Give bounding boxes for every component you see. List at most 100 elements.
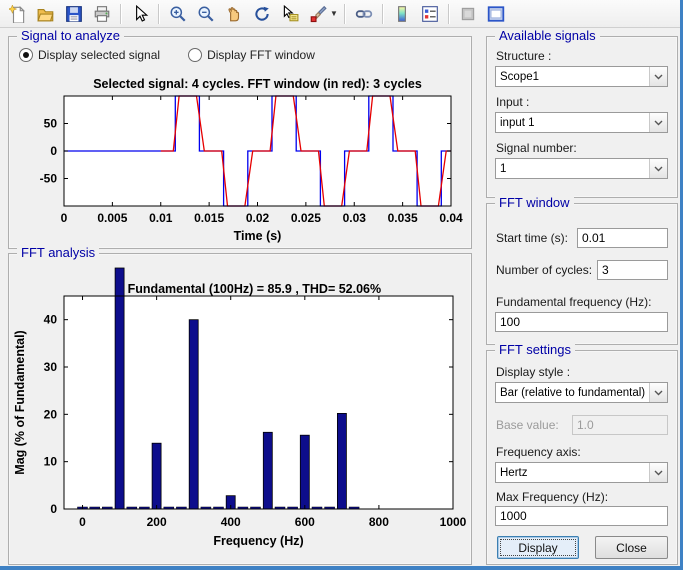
- svg-text:40: 40: [44, 313, 58, 327]
- structure-select[interactable]: Scope1: [495, 66, 668, 87]
- max-frequency-label: Max Frequency (Hz):: [496, 490, 608, 504]
- brush-dropdown-icon[interactable]: ▼: [330, 9, 338, 18]
- powergui-fft-tool-window: ▼: [0, 0, 683, 570]
- insert-legend-icon: [421, 5, 439, 23]
- hide-plot-tools-icon: [459, 5, 477, 23]
- signal-number-select[interactable]: 1: [495, 158, 668, 179]
- zoom-out-button[interactable]: [193, 1, 219, 27]
- window-frame-bottom: [0, 566, 683, 570]
- rotate-3d-icon: [253, 5, 271, 23]
- svg-text:800: 800: [369, 515, 389, 529]
- rotate-3d-button[interactable]: [249, 1, 275, 27]
- hide-plot-tools-button[interactable]: [455, 1, 481, 27]
- svg-text:0.015: 0.015: [194, 211, 224, 225]
- insert-colorbar-icon: [393, 5, 411, 23]
- display-style-select-value: Bar (relative to fundamental): [496, 387, 649, 399]
- svg-text:0: 0: [50, 502, 57, 516]
- data-cursor-icon: [281, 5, 299, 23]
- structure-label: Structure :: [496, 49, 551, 63]
- svg-text:0.02: 0.02: [246, 211, 270, 225]
- edit-plot-button[interactable]: [127, 1, 153, 27]
- fft-settings-title: FFT settings: [495, 342, 575, 357]
- insert-legend-button[interactable]: [417, 1, 443, 27]
- start-time-label: Start time (s):: [496, 231, 568, 245]
- dock-figure-button[interactable]: [483, 1, 509, 27]
- input-label: Input :: [496, 95, 529, 109]
- fft-analysis-title: FFT analysis: [17, 245, 99, 260]
- display-style-label: Display style :: [496, 365, 570, 379]
- frequency-axis-select[interactable]: Hertz: [495, 462, 668, 483]
- available-signals-group: Available signals Structure : Scope1 Inp…: [486, 36, 678, 198]
- brush-data-button[interactable]: [305, 1, 331, 27]
- display-button[interactable]: Display: [497, 536, 579, 559]
- frequency-axis-label: Frequency axis:: [496, 445, 581, 459]
- chevron-down-icon: [649, 383, 667, 402]
- new-figure-icon: [9, 5, 27, 23]
- number-of-cycles-label: Number of cycles:: [496, 263, 592, 277]
- signal-to-analyze-title: Signal to analyze: [17, 28, 124, 43]
- svg-text:0: 0: [50, 144, 57, 158]
- link-plot-icon: [355, 5, 373, 23]
- save-figure-button[interactable]: [61, 1, 87, 27]
- input-select-value: input 1: [496, 117, 649, 129]
- radio-dot-icon: [19, 48, 33, 62]
- svg-text:10: 10: [44, 455, 58, 469]
- new-figure-button[interactable]: [5, 1, 31, 27]
- max-frequency-input[interactable]: [495, 506, 668, 526]
- number-of-cycles-input[interactable]: [597, 260, 668, 280]
- svg-text:0.01: 0.01: [149, 211, 173, 225]
- chevron-down-icon: [649, 67, 667, 86]
- svg-text:0.03: 0.03: [343, 211, 367, 225]
- radio-display-selected-signal[interactable]: Display selected signal: [19, 48, 160, 62]
- brush-icon: [309, 5, 327, 23]
- pan-hand-icon: [225, 5, 243, 23]
- save-figure-icon: [65, 5, 83, 23]
- zoom-in-icon: [169, 5, 187, 23]
- svg-text:0: 0: [79, 515, 86, 529]
- insert-colorbar-button[interactable]: [389, 1, 415, 27]
- start-time-input[interactable]: [577, 228, 668, 248]
- svg-text:0: 0: [61, 211, 68, 225]
- open-file-icon: [37, 5, 55, 23]
- svg-text:30: 30: [44, 360, 58, 374]
- toolbar-separator: [158, 4, 160, 24]
- svg-text:-50: -50: [40, 172, 58, 186]
- signal-number-label: Signal number:: [496, 141, 577, 155]
- fft-chart: 02004006008001000010203040Frequency (Hz)…: [10, 266, 470, 562]
- svg-text:0.025: 0.025: [291, 211, 321, 225]
- svg-text:50: 50: [44, 117, 58, 131]
- close-button[interactable]: Close: [595, 536, 668, 559]
- signal-number-select-value: 1: [496, 163, 649, 175]
- edit-plot-icon: [131, 5, 149, 23]
- svg-text:Time (s): Time (s): [234, 229, 282, 243]
- pan-button[interactable]: [221, 1, 247, 27]
- print-figure-button[interactable]: [89, 1, 115, 27]
- fft-analysis-group: FFT analysis 02004006008001000010203040F…: [8, 253, 472, 565]
- fft-settings-group: FFT settings Display style : Bar (relati…: [486, 350, 678, 565]
- radio-label: Display selected signal: [38, 48, 160, 62]
- figure-toolbar: ▼: [0, 0, 683, 28]
- link-plot-button[interactable]: [351, 1, 377, 27]
- svg-text:200: 200: [147, 515, 167, 529]
- svg-text:600: 600: [295, 515, 315, 529]
- input-select[interactable]: input 1: [495, 112, 668, 133]
- radio-label: Display FFT window: [207, 48, 315, 62]
- svg-text:1000: 1000: [440, 515, 467, 529]
- chevron-down-icon: [649, 113, 667, 132]
- zoom-out-icon: [197, 5, 215, 23]
- toolbar-separator: [382, 4, 384, 24]
- frequency-axis-select-value: Hertz: [496, 467, 649, 479]
- toolbar-separator: [448, 4, 450, 24]
- fundamental-frequency-input[interactable]: [495, 312, 668, 332]
- svg-text:Fundamental (100Hz) = 85.9 , T: Fundamental (100Hz) = 85.9 , THD= 52.06%: [128, 282, 382, 296]
- chevron-down-icon: [649, 463, 667, 482]
- svg-text:400: 400: [221, 515, 241, 529]
- open-file-button[interactable]: [33, 1, 59, 27]
- display-style-select[interactable]: Bar (relative to fundamental): [495, 382, 668, 403]
- print-figure-icon: [93, 5, 111, 23]
- radio-display-fft-window[interactable]: Display FFT window: [188, 48, 315, 62]
- fft-window-title: FFT window: [495, 195, 574, 210]
- zoom-in-button[interactable]: [165, 1, 191, 27]
- structure-select-value: Scope1: [496, 71, 649, 83]
- data-cursor-button[interactable]: [277, 1, 303, 27]
